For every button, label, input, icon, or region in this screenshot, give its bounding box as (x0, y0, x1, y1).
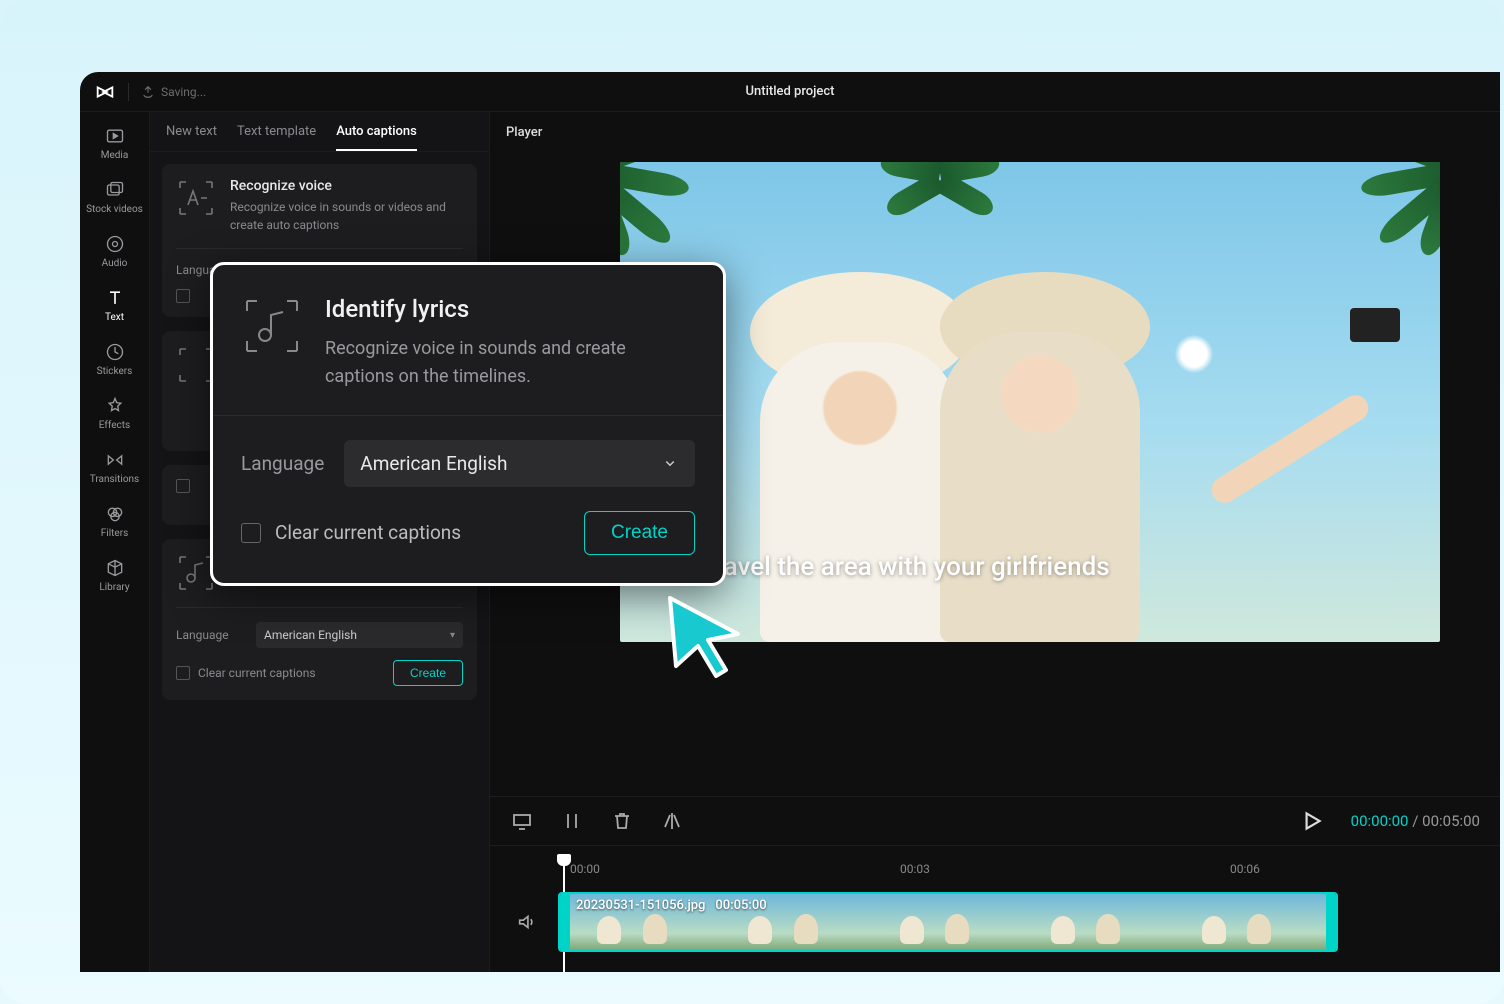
panel-tabs: New text Text template Auto captions (150, 112, 489, 152)
identify-lyrics-popup: Identify lyrics Recognize voice in sound… (210, 262, 726, 586)
play-button[interactable] (1299, 808, 1325, 834)
clip-duration: 00:05:00 (715, 898, 766, 913)
save-status-text: Saving... (161, 85, 206, 99)
popup-language-label: Language (241, 452, 324, 475)
sidebar-item-label: Stock videos (86, 204, 143, 215)
chevron-down-icon: ▾ (450, 630, 455, 641)
sidebar: Media Stock videos Audio Text Stickers E… (80, 112, 150, 972)
sidebar-item-label: Stickers (97, 366, 133, 377)
preview-person (940, 332, 1140, 642)
popup-language-value: American English (360, 452, 507, 475)
ruler-tick: 00:06 (1230, 862, 1260, 876)
filters-icon (105, 504, 125, 524)
sidebar-item-label: Transitions (90, 474, 139, 485)
timeline-ruler[interactable]: 00:00 00:03 00:06 (560, 856, 1480, 884)
clip-handle-right[interactable] (1326, 894, 1336, 950)
delete-button[interactable] (610, 809, 634, 833)
split-button[interactable] (560, 809, 584, 833)
save-status: Saving... (141, 85, 206, 99)
aspect-ratio-button[interactable] (510, 809, 534, 833)
popup-clear-captions-checkbox[interactable] (241, 523, 261, 543)
mirror-button[interactable] (660, 809, 684, 833)
card-separator (176, 248, 463, 249)
timeline[interactable]: 00:00 00:03 00:06 (490, 846, 1500, 972)
titlebar-divider (128, 83, 129, 101)
sidebar-item-label: Effects (99, 420, 130, 431)
language-select-value-small: American English (264, 628, 357, 642)
clip-thumbnail (872, 894, 1023, 950)
language-label-small: Language (176, 628, 246, 642)
clip-thumbnail (1024, 894, 1175, 950)
audio-track-icon[interactable] (510, 911, 544, 933)
clip-filename: 20230531-151056.jpg (576, 898, 705, 913)
titlebar: Saving... Untitled project (80, 72, 1500, 112)
media-icon (105, 126, 125, 146)
sidebar-item-text[interactable]: Text (86, 280, 144, 330)
sidebar-item-transitions[interactable]: Transitions (86, 442, 144, 492)
language-select-small[interactable]: American English ▾ (256, 622, 463, 648)
sidebar-item-stock-videos[interactable]: Stock videos (86, 172, 144, 222)
video-preview[interactable]: Travel the area with your girlfriends (620, 162, 1440, 642)
video-track: 20230531-151056.jpg 00:05:00 (510, 892, 1480, 952)
preview-arm (1207, 390, 1373, 507)
clear-captions-checkbox[interactable] (176, 289, 190, 303)
timeline-clip[interactable]: 20230531-151056.jpg 00:05:00 (558, 892, 1338, 952)
recognize-voice-title: Recognize voice (230, 178, 463, 194)
sidebar-item-label: Library (99, 582, 129, 593)
preview-person (760, 342, 960, 642)
tab-auto-captions[interactable]: Auto captions (336, 124, 417, 151)
timecode: 00:00:00 / 00:05:00 (1351, 812, 1480, 830)
clear-captions-checkbox-2[interactable] (176, 479, 190, 493)
effects-icon (105, 396, 125, 416)
player-header: Player (490, 112, 1500, 152)
sidebar-item-library[interactable]: Library (86, 550, 144, 600)
chevron-down-icon (661, 454, 679, 472)
tab-new-text[interactable]: New text (166, 124, 217, 151)
clear-captions-checkbox-small[interactable] (176, 666, 190, 680)
create-button-small[interactable]: Create (393, 660, 463, 686)
ruler-tick: 00:03 (900, 862, 930, 876)
time-current: 00:00:00 (1351, 812, 1409, 830)
stickers-icon (105, 342, 125, 362)
popup-clear-captions-label: Clear current captions (275, 521, 461, 544)
transitions-icon (105, 450, 125, 470)
card-separator (176, 607, 463, 608)
player-controls: 00:00:00 / 00:05:00 (490, 796, 1500, 846)
stock-videos-icon (105, 180, 125, 200)
recognize-voice-desc: Recognize voice in sounds or videos and … (230, 198, 463, 234)
sidebar-item-label: Audio (102, 258, 128, 269)
sidebar-item-label: Text (105, 312, 124, 323)
app-logo-icon[interactable] (94, 81, 116, 103)
preview-camera (1350, 308, 1400, 342)
popup-title: Identify lyrics (325, 295, 695, 323)
sidebar-item-filters[interactable]: Filters (86, 496, 144, 546)
popup-create-button[interactable]: Create (584, 511, 695, 555)
time-total: 00:05:00 (1422, 812, 1480, 830)
popup-description: Recognize voice in sounds and create cap… (325, 335, 695, 391)
project-title[interactable]: Untitled project (745, 84, 834, 99)
sidebar-item-label: Media (101, 150, 129, 161)
text-icon (105, 288, 125, 308)
sidebar-item-audio[interactable]: Audio (86, 226, 144, 276)
sidebar-item-stickers[interactable]: Stickers (86, 334, 144, 384)
recognize-voice-icon (176, 178, 216, 218)
tab-text-template[interactable]: Text template (237, 124, 316, 151)
ruler-tick: 00:00 (570, 862, 600, 876)
library-icon (105, 558, 125, 578)
popup-language-select[interactable]: American English (344, 440, 695, 487)
identify-lyrics-popup-icon (241, 295, 303, 357)
sidebar-item-effects[interactable]: Effects (86, 388, 144, 438)
audio-icon (105, 234, 125, 254)
clip-handle-left[interactable] (560, 894, 570, 950)
sidebar-item-label: Filters (101, 528, 129, 539)
time-separator: / (1409, 812, 1423, 830)
sidebar-item-media[interactable]: Media (86, 118, 144, 168)
caption-overlay: Travel the area with your girlfriends (700, 552, 1110, 582)
clip-thumbnail (1175, 894, 1326, 950)
clear-captions-label-small: Clear current captions (198, 666, 316, 680)
